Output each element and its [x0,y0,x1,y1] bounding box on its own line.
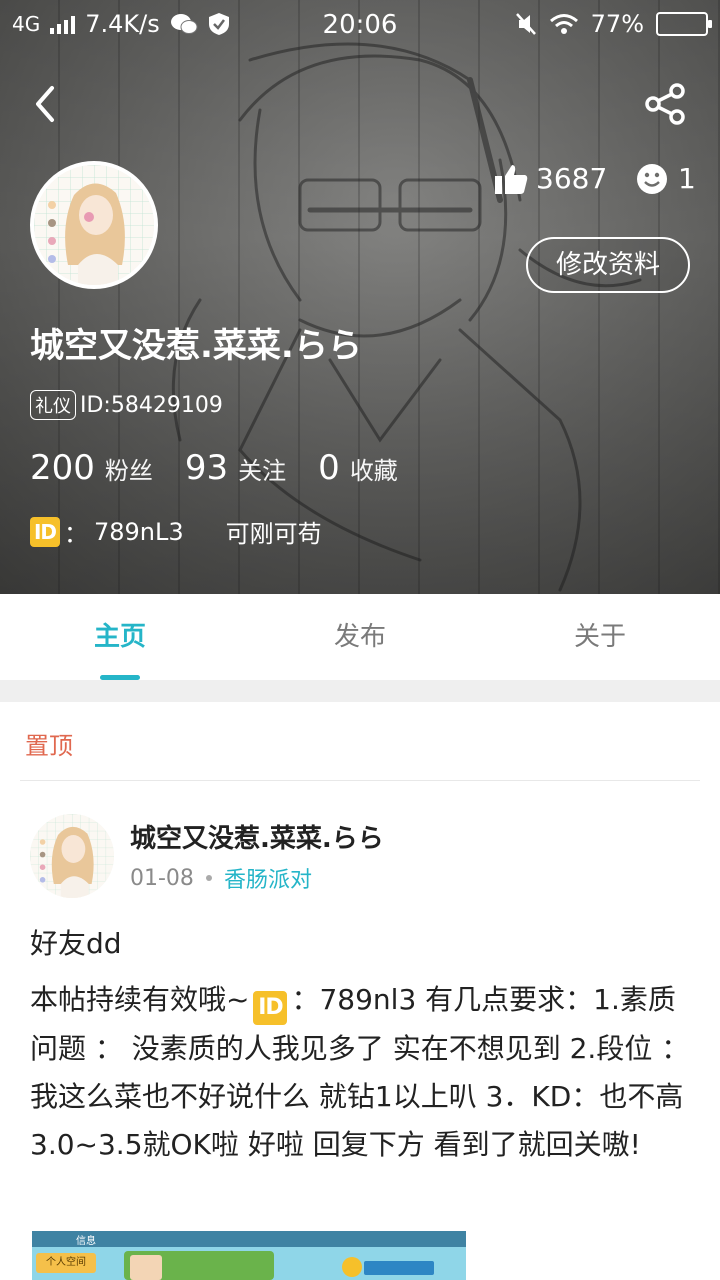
pinned-label: 置顶 [25,732,73,760]
meta-dot [205,875,212,881]
profile-avatar[interactable] [30,161,158,289]
tab-home[interactable]: 主页 [0,594,240,680]
mute-icon [515,13,536,35]
game-id-row: ID ： 789nL3 可刚可苟 [30,514,322,549]
status-bar: 4G 7.4K/s 20:06 77% [0,0,720,50]
screenshot-topbar: 信息 [32,1231,466,1247]
screenshot-caption: 信息 [76,1236,96,1247]
game-id: 789nL3 [94,517,184,546]
back-arrow-icon [36,86,54,122]
smiley-icon [637,163,667,194]
profile-tabs: 主页 发布 关于 [0,594,720,680]
visitor-value: 1 [678,162,696,195]
post-body-text-1: 本帖持续有效哦~ [30,983,250,1016]
game-id-separator: ： [64,520,88,548]
divider [20,780,700,781]
post-meta: 01-08 香肠派对 [130,862,312,894]
battery-percent: 77% [590,10,644,38]
screenshot-button: 个人空间 [36,1253,96,1273]
profile-cover [0,0,720,594]
post-body[interactable]: 本帖持续有效哦~ ID ：789nl3 有几点要求：1.素质问题 ： 没素质的人我见… [30,976,690,1169]
post-id-icon: ID [253,991,288,1025]
status-right: 77% [515,10,712,38]
author-avatar-image [30,814,114,898]
screenshot-strip [364,1261,434,1275]
back-button[interactable] [28,82,68,126]
wifi-icon [549,14,578,34]
avatar-image [34,165,154,285]
post-image-thumbnail[interactable]: 信息 个人空间 [32,1231,466,1280]
edit-profile-button[interactable]: 修改资料 [526,237,690,293]
likes-count[interactable]: 3687 [494,162,607,195]
user-id-row: 礼仪 ID:58429109 [30,390,223,420]
follow-count[interactable]: 93 [185,448,228,488]
post-date: 01-08 [130,865,194,891]
favorites-label[interactable]: 收藏 [350,451,398,486]
fans-label[interactable]: 粉丝 [105,451,153,486]
post-author-avatar[interactable] [30,814,114,898]
likes-value: 3687 [536,162,608,195]
post-title[interactable]: 好友dd [30,922,122,962]
profile-nickname: 城空又没惹.菜菜.らら [30,326,362,366]
tab-posts[interactable]: 发布 [240,594,480,680]
user-id: ID:58429109 [80,392,223,418]
post-author-name[interactable]: 城空又没惹.菜菜.らら [130,818,384,855]
user-tag-badge: 礼仪 [30,390,76,420]
battery-icon [656,12,712,36]
fans-count[interactable]: 200 [30,448,95,488]
post-topic-link[interactable]: 香肠派对 [224,862,312,894]
thumbs-up-icon [495,164,528,194]
favorites-count[interactable]: 0 [318,448,340,488]
screenshot-badge [342,1257,362,1277]
follow-label[interactable]: 关注 [238,451,286,486]
screenshot-button-label: 个人空间 [46,1257,86,1268]
game-id-icon: ID [30,516,60,547]
share-icon [645,83,685,125]
visitor-count[interactable]: 1 [636,162,696,195]
section-gap [0,680,720,702]
profile-stats: 200 粉丝 93 关注 0 收藏 [30,448,430,488]
game-id-note: 可刚可苟 [225,520,322,548]
tab-about[interactable]: 关于 [480,594,720,680]
screenshot-avatar [130,1255,162,1280]
share-button[interactable] [644,82,688,126]
cover-shade [0,0,720,594]
